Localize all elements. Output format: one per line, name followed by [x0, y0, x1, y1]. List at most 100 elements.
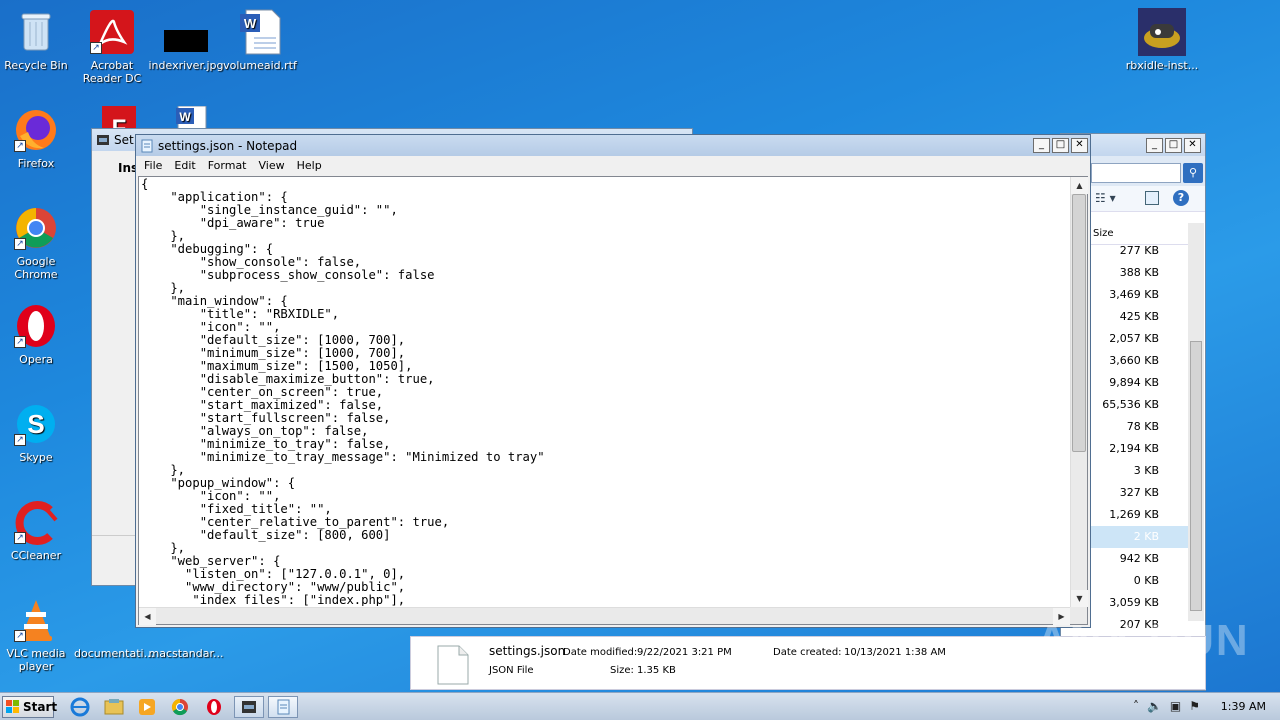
- explorer-icon[interactable]: [100, 696, 128, 718]
- desktop-icon-chrome[interactable]: ↗ Google Chrome: [0, 204, 74, 281]
- desktop-icon-recycle-bin[interactable]: Recycle Bin: [0, 8, 74, 72]
- file-size-row[interactable]: 425 KB: [1091, 306, 1189, 328]
- media-player-icon[interactable]: [133, 696, 161, 718]
- vertical-scroll-thumb[interactable]: [1072, 194, 1086, 452]
- details-modified-label: Date modified:: [563, 647, 638, 658]
- shortcut-arrow-icon: ↗: [90, 42, 102, 54]
- notepad-editor[interactable]: { "application": { "single_instance_guid…: [138, 176, 1088, 625]
- shortcut-arrow-icon: ↗: [14, 434, 26, 446]
- file-size-row[interactable]: 2,194 KB: [1091, 438, 1189, 460]
- close-button[interactable]: ✕: [1184, 137, 1201, 153]
- notepad-window[interactable]: settings.json - Notepad _ □ ✕ File Edit …: [135, 134, 1091, 628]
- desktop-icon-vlc[interactable]: ↗ VLC media player: [0, 596, 74, 673]
- notepad-titlebar[interactable]: settings.json - Notepad _ □ ✕: [136, 135, 1090, 156]
- file-size-row[interactable]: 277 KB: [1091, 240, 1189, 262]
- file-size-row[interactable]: 3,059 KB: [1091, 592, 1189, 614]
- taskbar: Start ˄ 🔈 ▣ ⚑ 1:39 AM: [0, 692, 1280, 720]
- windows-logo-icon: [6, 700, 19, 713]
- skype-icon: S ↗: [12, 400, 60, 448]
- opera-icon[interactable]: [200, 696, 228, 718]
- desktop-icon-label: VLC media player: [6, 647, 66, 673]
- rbxidle-icon: [1138, 8, 1186, 56]
- maximize-button[interactable]: □: [1052, 138, 1069, 153]
- show-hidden-icons-icon[interactable]: ˄: [1133, 699, 1139, 713]
- horizontal-scrollbar[interactable]: ◀ ▶: [139, 607, 1070, 625]
- json-file-icon: [437, 645, 469, 685]
- start-button[interactable]: Start: [2, 696, 57, 718]
- menu-help[interactable]: Help: [291, 159, 328, 172]
- help-icon[interactable]: ?: [1173, 190, 1189, 206]
- vertical-scrollbar[interactable]: ▲ ▼: [1070, 177, 1088, 607]
- volume-icon[interactable]: 🔈: [1147, 699, 1162, 713]
- notepad-text-content[interactable]: { "application": { "single_instance_guid…: [141, 178, 1067, 606]
- notepad-icon[interactable]: [268, 696, 298, 718]
- file-size-row[interactable]: 942 KB: [1091, 548, 1189, 570]
- menu-edit[interactable]: Edit: [168, 159, 201, 172]
- details-size-label: Size:: [610, 665, 634, 676]
- file-size-row[interactable]: 78 KB: [1091, 416, 1189, 438]
- ie-icon[interactable]: [66, 696, 94, 718]
- network-icon[interactable]: ▣: [1170, 699, 1181, 713]
- desktop-icon-ccleaner[interactable]: ↗ CCleaner: [0, 498, 74, 562]
- file-size-row[interactable]: 2,057 KB: [1091, 328, 1189, 350]
- minimize-button[interactable]: _: [1033, 138, 1050, 153]
- image-file-icon: [162, 8, 210, 56]
- scroll-left-arrow-icon[interactable]: ◀: [139, 608, 156, 625]
- desktop-icon-macstandard[interactable]: macstandar...: [148, 647, 224, 660]
- search-icon[interactable]: ⚲: [1183, 163, 1203, 183]
- file-size-row[interactable]: 3 KB: [1091, 460, 1189, 482]
- desktop-icon-label: Recycle Bin: [4, 59, 68, 72]
- views-icon[interactable]: ☷ ▾: [1095, 191, 1116, 205]
- explorer-vertical-scrollbar[interactable]: [1188, 223, 1204, 621]
- details-created-value: 10/13/2021 1:38 AM: [844, 647, 946, 658]
- desktop-icon-opera[interactable]: ↗ Opera: [0, 302, 74, 366]
- scroll-down-arrow-icon[interactable]: ▼: [1071, 590, 1088, 607]
- notepad-menubar: File Edit Format View Help: [136, 156, 1090, 174]
- desktop-icon-volumeaid[interactable]: W volumeaid.rtf: [222, 8, 298, 72]
- desktop-icon-firefox[interactable]: ↗ Firefox: [0, 106, 74, 170]
- file-size-row[interactable]: 65,536 KB: [1091, 394, 1189, 416]
- minimize-button[interactable]: _: [1146, 137, 1163, 153]
- file-size-row[interactable]: 3,469 KB: [1091, 284, 1189, 306]
- preview-pane-icon[interactable]: [1145, 191, 1159, 205]
- file-size-row[interactable]: 388 KB: [1091, 262, 1189, 284]
- shortcut-arrow-icon: ↗: [14, 630, 26, 642]
- watermark: ANY RUN: [1036, 616, 1250, 665]
- menu-file[interactable]: File: [138, 159, 168, 172]
- desktop-icon-label: Acrobat Reader DC: [82, 59, 142, 85]
- chrome-icon[interactable]: [166, 696, 194, 718]
- file-size-row[interactable]: 9,894 KB: [1091, 372, 1189, 394]
- desktop-icon-indexriver[interactable]: indexriver.jpg: [148, 8, 224, 72]
- desktop-icon-skype[interactable]: S ↗ Skype: [0, 400, 74, 464]
- file-size-row[interactable]: 0 KB: [1091, 570, 1189, 592]
- shortcut-arrow-icon: ↗: [14, 140, 26, 152]
- desktop-icon-acrobat[interactable]: ↗ Acrobat Reader DC: [74, 8, 150, 85]
- close-button[interactable]: ✕: [1071, 138, 1088, 153]
- details-modified-value: 9/22/2021 3:21 PM: [637, 647, 732, 658]
- clock[interactable]: 1:39 AM: [1221, 700, 1266, 713]
- file-size-row[interactable]: 3,660 KB: [1091, 350, 1189, 372]
- details-created-label: Date created:: [773, 647, 842, 658]
- action-center-flag-icon[interactable]: ⚑: [1189, 699, 1200, 713]
- svg-text:W: W: [244, 16, 257, 31]
- scroll-up-arrow-icon[interactable]: ▲: [1071, 177, 1088, 194]
- maximize-button[interactable]: □: [1165, 137, 1182, 153]
- menu-format[interactable]: Format: [202, 159, 253, 172]
- installer-icon[interactable]: [234, 696, 264, 718]
- system-tray: ˄ 🔈 ▣ ⚑: [1133, 699, 1200, 713]
- shortcut-arrow-icon: ↗: [14, 336, 26, 348]
- desktop-icon-documentation[interactable]: documentati...: [74, 647, 154, 660]
- word-doc-icon: W: [236, 8, 284, 56]
- desktop-icon-label: rbxidle-inst...: [1125, 59, 1199, 72]
- file-size-row[interactable]: 327 KB: [1091, 482, 1189, 504]
- search-input[interactable]: [1091, 163, 1181, 183]
- desktop-icon-rbxidle[interactable]: rbxidle-inst...: [1124, 8, 1200, 72]
- file-size-row[interactable]: 1,269 KB: [1091, 504, 1189, 526]
- desktop-icon-label: volumeaid.rtf: [223, 59, 297, 72]
- menu-view[interactable]: View: [253, 159, 291, 172]
- desktop-icon-label: Opera: [19, 353, 53, 366]
- file-size-row[interactable]: 2 KB: [1091, 526, 1189, 548]
- chrome-icon: ↗: [12, 204, 60, 252]
- scrollbar-thumb[interactable]: [1190, 341, 1202, 611]
- desktop-icon-label: macstandar...: [148, 647, 224, 660]
